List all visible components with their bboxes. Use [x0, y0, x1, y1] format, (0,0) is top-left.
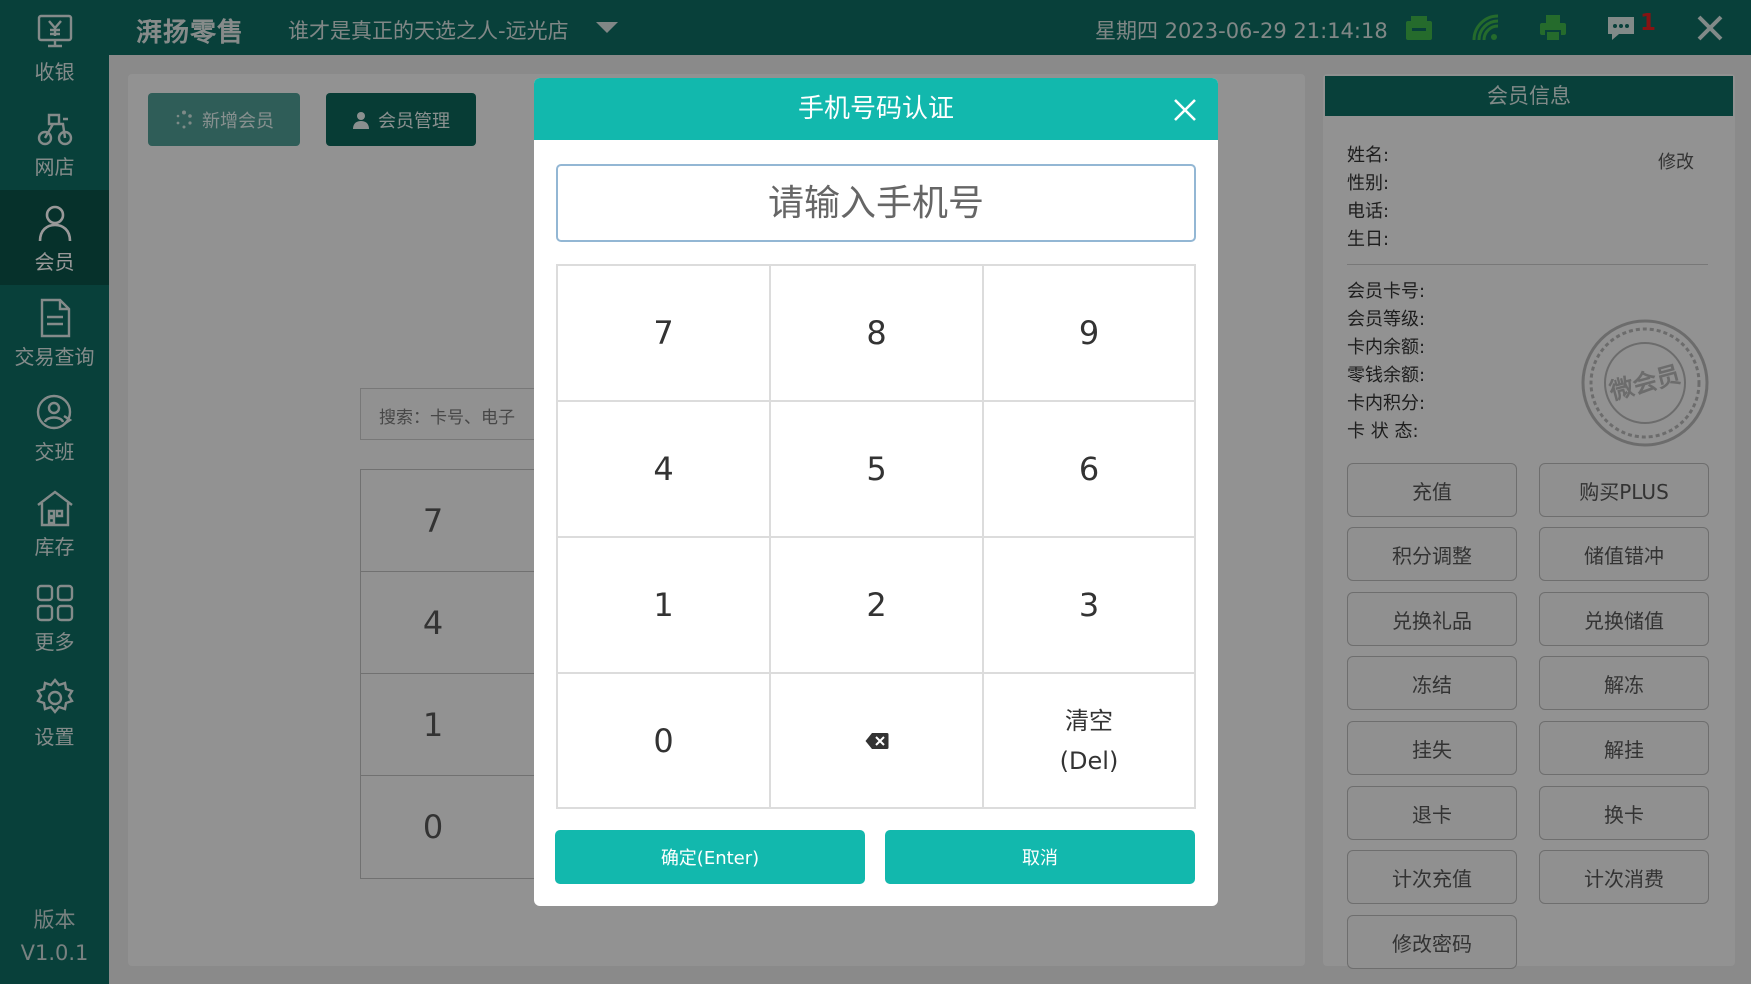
- key-6[interactable]: 6: [984, 402, 1194, 538]
- close-icon[interactable]: [1172, 97, 1198, 123]
- key-clear[interactable]: 清空 (Del): [984, 674, 1194, 807]
- key-2[interactable]: 2: [771, 538, 984, 674]
- key-1[interactable]: 1: [558, 538, 771, 674]
- key-backspace[interactable]: [771, 674, 984, 807]
- phone-verification-dialog: 手机号码认证 7 8 9 4 5 6 1 2 3 0 清空 (Del) 确定(E…: [534, 78, 1218, 906]
- numeric-keypad: 7 8 9 4 5 6 1 2 3 0 清空 (Del): [556, 264, 1196, 809]
- backspace-icon: [865, 732, 888, 749]
- key-9[interactable]: 9: [984, 266, 1194, 402]
- clear-shortcut: (Del): [1059, 746, 1119, 775]
- cancel-button[interactable]: 取消: [885, 830, 1195, 884]
- key-0[interactable]: 0: [558, 674, 771, 807]
- key-3[interactable]: 3: [984, 538, 1194, 674]
- confirm-button[interactable]: 确定(Enter): [555, 830, 865, 884]
- phone-number-input[interactable]: [556, 164, 1196, 242]
- clear-label: 清空: [1065, 706, 1113, 735]
- key-8[interactable]: 8: [771, 266, 984, 402]
- dialog-title: 手机号码认证: [534, 78, 1218, 140]
- key-7[interactable]: 7: [558, 266, 771, 402]
- key-4[interactable]: 4: [558, 402, 771, 538]
- key-5[interactable]: 5: [771, 402, 984, 538]
